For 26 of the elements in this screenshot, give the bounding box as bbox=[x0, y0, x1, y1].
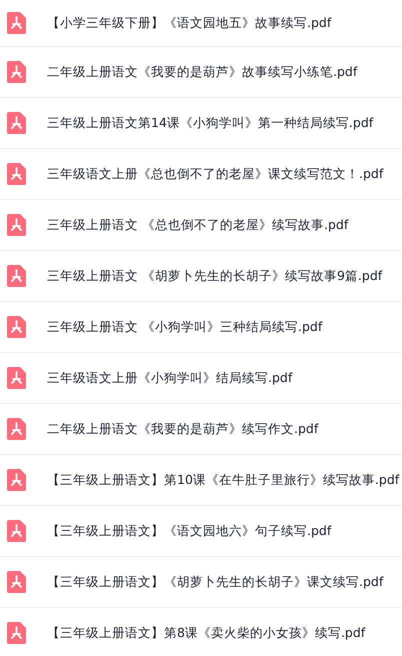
pdf-file-icon bbox=[7, 265, 26, 287]
pdf-file-icon bbox=[7, 622, 26, 644]
file-name[interactable]: 三年级上册语文 《小狗学叫》三种结局续写.pdf bbox=[47, 318, 322, 336]
pdf-file-icon bbox=[7, 571, 26, 593]
file-name[interactable]: 【三年级上册语文】第10课《在牛肚子里旅行》续写故事.pdf bbox=[47, 472, 400, 488]
file-name[interactable]: 二年级上册语文《我要的是葫芦》故事续写小练笔.pdf bbox=[47, 64, 358, 80]
file-name[interactable]: 【三年级上册语文】《语文园地六》句子续写.pdf bbox=[47, 522, 332, 540]
file-name[interactable]: 二年级上册语文《我要的是葫芦》续写作文.pdf bbox=[47, 420, 318, 438]
pdf-file-icon bbox=[7, 367, 26, 389]
pdf-file-icon bbox=[7, 316, 26, 338]
file-name[interactable]: 【小学三年级下册】《语文园地五》故事续写.pdf bbox=[47, 14, 332, 32]
file-name[interactable]: 三年级上册语文第14课《小狗学叫》第一种结局续写.pdf bbox=[47, 114, 374, 132]
file-name[interactable]: 【三年级上册语文】第8课《卖火柴的小女孩》续写.pdf bbox=[47, 624, 366, 642]
pdf-file-icon bbox=[7, 418, 26, 440]
file-name[interactable]: 【三年级上册语文】《胡萝卜先生的长胡子》课文续写.pdf bbox=[47, 574, 384, 590]
file-name[interactable]: 三年级上册语文 《胡萝卜先生的长胡子》续写故事9篇.pdf bbox=[47, 268, 382, 284]
file-name[interactable]: 三年级语文上册《小狗学叫》结局续写.pdf bbox=[47, 370, 292, 386]
pdf-file-icon bbox=[7, 12, 26, 34]
pdf-file-icon bbox=[7, 112, 26, 134]
pdf-file-icon bbox=[7, 520, 26, 542]
file-name[interactable]: 三年级语文上册《总也倒不了的老屋》课文续写范文！.pdf bbox=[47, 166, 384, 182]
pdf-file-icon bbox=[7, 163, 26, 185]
file-name[interactable]: 三年级上册语文 《总也倒不了的老屋》续写故事.pdf bbox=[47, 216, 348, 234]
pdf-file-icon bbox=[7, 469, 26, 491]
pdf-file-icon bbox=[7, 214, 26, 236]
pdf-file-icon bbox=[7, 61, 26, 83]
